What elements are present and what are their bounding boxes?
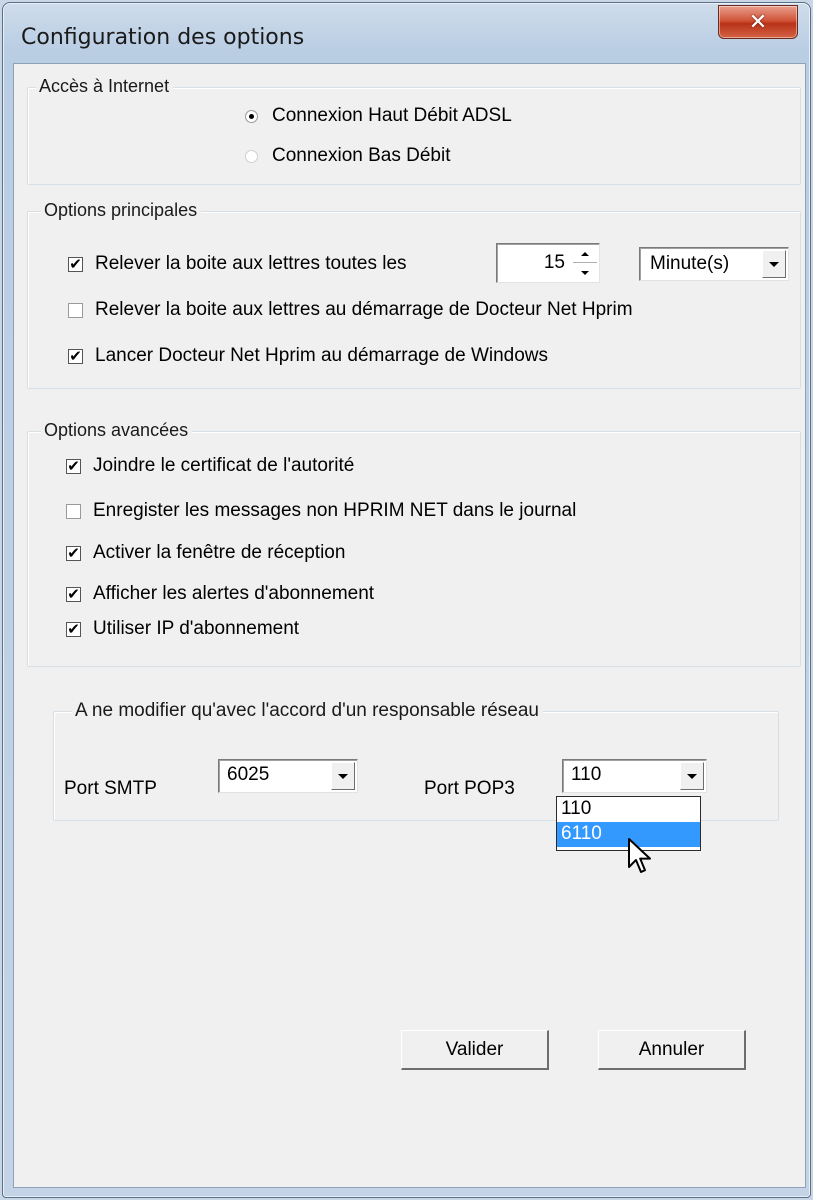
internet-access-group: Accès à Internet Connexion Haut Débit AD… bbox=[27, 76, 801, 185]
advanced-item[interactable]: ✔ Activer la fenêtre de réception bbox=[66, 542, 345, 564]
interval-up-button[interactable] bbox=[573, 246, 597, 263]
radio-adsl[interactable]: Connexion Haut Débit ADSL bbox=[245, 105, 512, 127]
advanced-item-checkbox[interactable]: ✔ bbox=[66, 586, 81, 602]
cancel-button[interactable]: Annuler bbox=[598, 1030, 746, 1070]
main-options-group: Options principales ✔ Relever la boite a… bbox=[27, 200, 801, 389]
network-legend: A ne modifier qu'avec l'accord d'un resp… bbox=[72, 700, 543, 722]
advanced-item-label: Utiliser IP d'abonnement bbox=[93, 618, 300, 639]
advanced-item[interactable]: ✔ Utiliser IP d'abonnement bbox=[66, 618, 299, 640]
advanced-item[interactable]: ✔ Joindre le certificat de l'autorité bbox=[66, 455, 354, 477]
advanced-item[interactable]: ✔ Afficher les alertes d'abonnement bbox=[66, 583, 374, 605]
arrow-down-icon bbox=[581, 270, 589, 275]
check-mail-checkbox[interactable]: ✔ bbox=[68, 256, 83, 272]
interval-spinner[interactable]: 15 bbox=[496, 243, 600, 283]
advanced-item-label: Joindre le certificat de l'autorité bbox=[93, 455, 355, 476]
dialog-body: Accès à Internet Connexion Haut Débit AD… bbox=[13, 63, 806, 1188]
pop3-port-dropdown-button[interactable] bbox=[680, 762, 704, 790]
check-at-startup-option[interactable]: Relever la boite aux lettres au démarrag… bbox=[68, 299, 633, 321]
launch-with-windows-label: Lancer Docteur Net Hprim au démarrage de… bbox=[95, 345, 549, 366]
interval-down-button[interactable] bbox=[573, 264, 597, 281]
smtp-port-select[interactable]: 6025 bbox=[218, 759, 358, 793]
window-title: Configuration des options bbox=[21, 25, 305, 50]
interval-unit-dropdown-button[interactable] bbox=[762, 250, 786, 278]
advanced-item-label: Afficher les alertes d'abonnement bbox=[93, 583, 375, 604]
pop3-port-select[interactable]: 110 bbox=[562, 759, 707, 793]
check-mail-option[interactable]: ✔ Relever la boite aux lettres toutes le… bbox=[68, 253, 407, 275]
radio-low-speed-button[interactable] bbox=[245, 149, 258, 163]
radio-adsl-button[interactable] bbox=[245, 109, 258, 123]
interval-unit-select[interactable]: Minute(s) bbox=[639, 247, 789, 281]
pop3-port-label: Port POP3 bbox=[424, 778, 515, 799]
radio-low-speed-label: Connexion Bas Débit bbox=[272, 145, 451, 166]
internet-access-legend: Accès à Internet bbox=[36, 76, 174, 97]
smtp-port-value: 6025 bbox=[227, 764, 270, 785]
check-at-startup-label: Relever la boite aux lettres au démarrag… bbox=[95, 299, 633, 320]
advanced-item-checkbox[interactable] bbox=[66, 503, 81, 519]
advanced-item-checkbox[interactable]: ✔ bbox=[66, 621, 81, 637]
smtp-port-dropdown-button[interactable] bbox=[331, 762, 355, 790]
radio-low-speed[interactable]: Connexion Bas Débit bbox=[245, 145, 451, 167]
options-dialog: Configuration des options ✕ Accès à Inte… bbox=[2, 2, 811, 1198]
close-icon: ✕ bbox=[748, 9, 768, 35]
chevron-down-icon bbox=[687, 773, 697, 779]
radio-adsl-label: Connexion Haut Débit ADSL bbox=[272, 105, 512, 126]
advanced-item-label: Enregister les messages non HPRIM NET da… bbox=[93, 500, 577, 521]
interval-value[interactable]: 15 bbox=[544, 252, 565, 274]
advanced-item-checkbox[interactable]: ✔ bbox=[66, 545, 81, 561]
advanced-options-legend: Options avancées bbox=[41, 420, 193, 441]
advanced-item-label: Activer la fenêtre de réception bbox=[93, 542, 346, 563]
advanced-item[interactable]: Enregister les messages non HPRIM NET da… bbox=[66, 500, 576, 522]
launch-with-windows-checkbox[interactable]: ✔ bbox=[68, 348, 83, 364]
title-bar[interactable]: Configuration des options ✕ bbox=[3, 3, 810, 61]
chevron-down-icon bbox=[769, 261, 779, 267]
interval-unit-value: Minute(s) bbox=[650, 253, 730, 274]
check-at-startup-checkbox[interactable] bbox=[68, 302, 83, 318]
validate-button[interactable]: Valider bbox=[401, 1030, 549, 1070]
smtp-port-label: Port SMTP bbox=[64, 778, 157, 799]
check-mail-label: Relever la boite aux lettres toutes les bbox=[95, 253, 407, 274]
pop3-port-value: 110 bbox=[571, 764, 602, 785]
advanced-item-checkbox[interactable]: ✔ bbox=[66, 458, 81, 474]
arrow-up-icon bbox=[581, 252, 589, 256]
main-options-legend: Options principales bbox=[41, 200, 202, 221]
close-button[interactable]: ✕ bbox=[718, 5, 798, 39]
chevron-down-icon bbox=[338, 773, 348, 779]
advanced-options-group: Options avancées ✔ Joindre le certificat… bbox=[27, 420, 801, 667]
dropdown-option[interactable]: 110 bbox=[557, 797, 700, 822]
launch-with-windows-option[interactable]: ✔ Lancer Docteur Net Hprim au démarrage … bbox=[68, 345, 548, 367]
arrow-cursor-icon bbox=[628, 838, 651, 873]
